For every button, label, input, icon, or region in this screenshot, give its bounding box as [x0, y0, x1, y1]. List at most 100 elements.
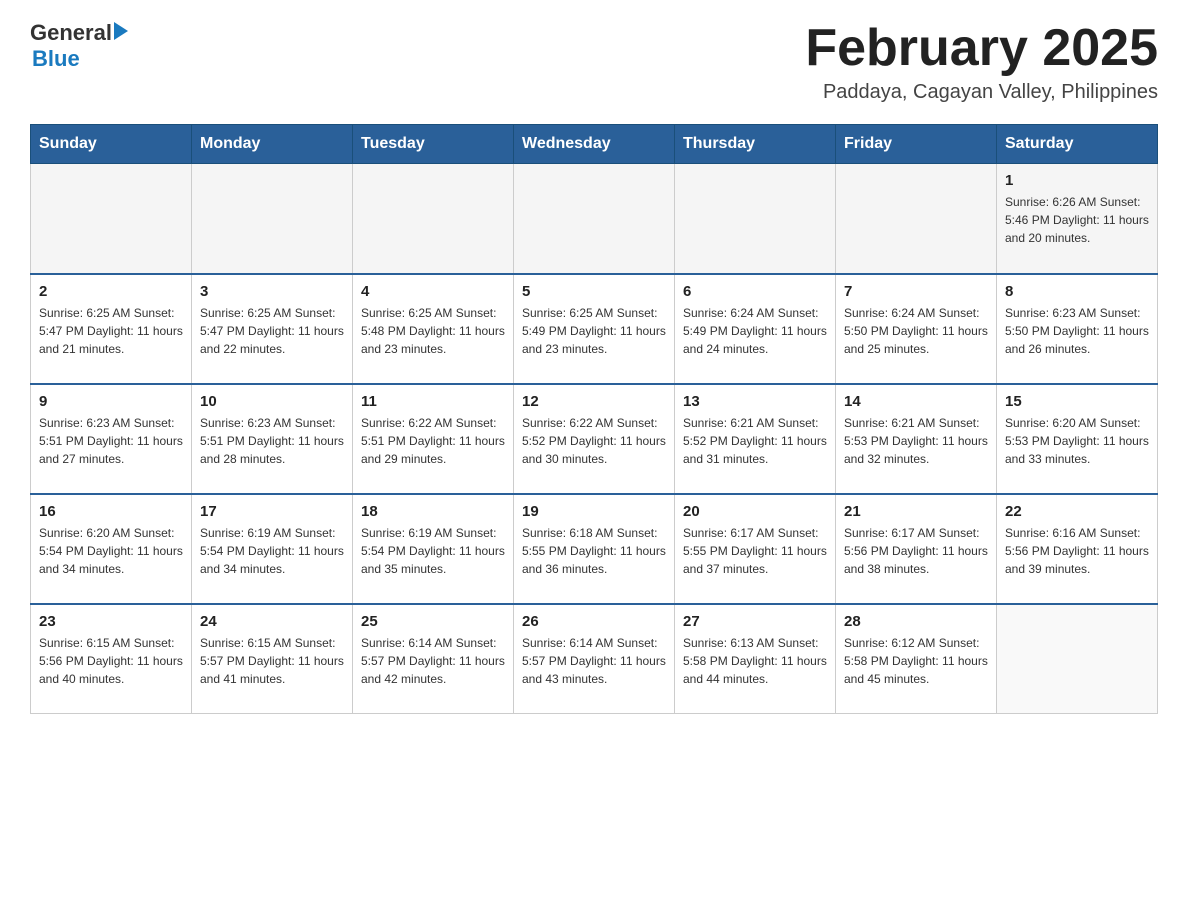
- day-info: Sunrise: 6:16 AM Sunset: 5:56 PM Dayligh…: [1005, 524, 1149, 578]
- table-row: 4 Sunrise: 6:25 AM Sunset: 5:48 PM Daylig…: [353, 274, 514, 384]
- month-year-title: February 2025: [805, 20, 1158, 77]
- day-number: 3: [200, 283, 344, 300]
- table-row: 2 Sunrise: 6:25 AM Sunset: 5:47 PM Daylig…: [31, 274, 192, 384]
- table-row: [997, 604, 1158, 714]
- calendar-week-1: 1 Sunrise: 6:26 AM Sunset: 5:46 PM Daylig…: [31, 164, 1158, 274]
- logo-general: General: [30, 20, 112, 46]
- calendar-header-row: Sunday Monday Tuesday Wednesday Thursday…: [31, 125, 1158, 164]
- day-number: 24: [200, 613, 344, 630]
- table-row: 11 Sunrise: 6:22 AM Sunset: 5:51 PM Dayli…: [353, 384, 514, 494]
- day-number: 27: [683, 613, 827, 630]
- header-monday: Monday: [192, 125, 353, 164]
- day-number: 10: [200, 393, 344, 410]
- table-row: 16 Sunrise: 6:20 AM Sunset: 5:54 PM Dayli…: [31, 494, 192, 604]
- day-info: Sunrise: 6:13 AM Sunset: 5:58 PM Dayligh…: [683, 634, 827, 688]
- day-number: 19: [522, 503, 666, 520]
- day-number: 4: [361, 283, 505, 300]
- day-info: Sunrise: 6:14 AM Sunset: 5:57 PM Dayligh…: [522, 634, 666, 688]
- day-number: 7: [844, 283, 988, 300]
- day-info: Sunrise: 6:21 AM Sunset: 5:53 PM Dayligh…: [844, 414, 988, 468]
- table-row: 9 Sunrise: 6:23 AM Sunset: 5:51 PM Daylig…: [31, 384, 192, 494]
- table-row: 27 Sunrise: 6:13 AM Sunset: 5:58 PM Dayli…: [675, 604, 836, 714]
- logo-blue: Blue: [32, 46, 80, 72]
- table-row: 14 Sunrise: 6:21 AM Sunset: 5:53 PM Dayli…: [836, 384, 997, 494]
- header-tuesday: Tuesday: [353, 125, 514, 164]
- table-row: 21Sunrise: 6:17 AM Sunset: 5:56 PM Dayli…: [836, 494, 997, 604]
- day-number: 28: [844, 613, 988, 630]
- day-number: 16: [39, 503, 183, 520]
- day-number: 6: [683, 283, 827, 300]
- day-number: 25: [361, 613, 505, 630]
- day-info: Sunrise: 6:25 AM Sunset: 5:47 PM Dayligh…: [200, 304, 344, 358]
- table-row: 24 Sunrise: 6:15 AM Sunset: 5:57 PM Dayli…: [192, 604, 353, 714]
- table-row: 6 Sunrise: 6:24 AM Sunset: 5:49 PM Daylig…: [675, 274, 836, 384]
- day-number: 18: [361, 503, 505, 520]
- table-row: 26Sunrise: 6:14 AM Sunset: 5:57 PM Dayli…: [514, 604, 675, 714]
- table-row: 25Sunrise: 6:14 AM Sunset: 5:57 PM Dayli…: [353, 604, 514, 714]
- day-info: Sunrise: 6:18 AM Sunset: 5:55 PM Dayligh…: [522, 524, 666, 578]
- day-number: 23: [39, 613, 183, 630]
- day-info: Sunrise: 6:24 AM Sunset: 5:50 PM Dayligh…: [844, 304, 988, 358]
- day-number: 5: [522, 283, 666, 300]
- day-info: Sunrise: 6:21 AM Sunset: 5:52 PM Dayligh…: [683, 414, 827, 468]
- day-info: Sunrise: 6:25 AM Sunset: 5:47 PM Dayligh…: [39, 304, 183, 358]
- day-number: 2: [39, 283, 183, 300]
- day-number: 13: [683, 393, 827, 410]
- calendar-week-3: 9 Sunrise: 6:23 AM Sunset: 5:51 PM Daylig…: [31, 384, 1158, 494]
- logo: General Blue: [30, 20, 128, 72]
- day-info: Sunrise: 6:26 AM Sunset: 5:46 PM Dayligh…: [1005, 193, 1149, 247]
- day-number: 9: [39, 393, 183, 410]
- day-number: 21: [844, 503, 988, 520]
- day-info: Sunrise: 6:19 AM Sunset: 5:54 PM Dayligh…: [361, 524, 505, 578]
- table-row: [675, 164, 836, 274]
- header-sunday: Sunday: [31, 125, 192, 164]
- day-info: Sunrise: 6:12 AM Sunset: 5:58 PM Dayligh…: [844, 634, 988, 688]
- table-row: 18 Sunrise: 6:19 AM Sunset: 5:54 PM Dayli…: [353, 494, 514, 604]
- table-row: 22 Sunrise: 6:16 AM Sunset: 5:56 PM Dayli…: [997, 494, 1158, 604]
- day-info: Sunrise: 6:19 AM Sunset: 5:54 PM Dayligh…: [200, 524, 344, 578]
- table-row: [31, 164, 192, 274]
- day-number: 11: [361, 393, 505, 410]
- day-number: 20: [683, 503, 827, 520]
- table-row: 17 Sunrise: 6:19 AM Sunset: 5:54 PM Dayli…: [192, 494, 353, 604]
- day-number: 14: [844, 393, 988, 410]
- day-number: 8: [1005, 283, 1149, 300]
- day-number: 1: [1005, 172, 1149, 189]
- title-section: February 2025 Paddaya, Cagayan Valley, P…: [805, 20, 1158, 104]
- table-row: 3 Sunrise: 6:25 AM Sunset: 5:47 PM Daylig…: [192, 274, 353, 384]
- day-info: Sunrise: 6:23 AM Sunset: 5:50 PM Dayligh…: [1005, 304, 1149, 358]
- calendar-week-2: 2 Sunrise: 6:25 AM Sunset: 5:47 PM Daylig…: [31, 274, 1158, 384]
- day-number: 22: [1005, 503, 1149, 520]
- table-row: [836, 164, 997, 274]
- table-row: [514, 164, 675, 274]
- day-info: Sunrise: 6:25 AM Sunset: 5:49 PM Dayligh…: [522, 304, 666, 358]
- day-number: 15: [1005, 393, 1149, 410]
- header-friday: Friday: [836, 125, 997, 164]
- table-row: [192, 164, 353, 274]
- calendar-week-4: 16 Sunrise: 6:20 AM Sunset: 5:54 PM Dayli…: [31, 494, 1158, 604]
- table-row: 12Sunrise: 6:22 AM Sunset: 5:52 PM Dayli…: [514, 384, 675, 494]
- day-number: 17: [200, 503, 344, 520]
- day-info: Sunrise: 6:23 AM Sunset: 5:51 PM Dayligh…: [200, 414, 344, 468]
- header-saturday: Saturday: [997, 125, 1158, 164]
- day-info: Sunrise: 6:24 AM Sunset: 5:49 PM Dayligh…: [683, 304, 827, 358]
- day-info: Sunrise: 6:20 AM Sunset: 5:53 PM Dayligh…: [1005, 414, 1149, 468]
- table-row: 13 Sunrise: 6:21 AM Sunset: 5:52 PM Dayli…: [675, 384, 836, 494]
- table-row: 28 Sunrise: 6:12 AM Sunset: 5:58 PM Dayli…: [836, 604, 997, 714]
- day-info: Sunrise: 6:20 AM Sunset: 5:54 PM Dayligh…: [39, 524, 183, 578]
- day-info: Sunrise: 6:15 AM Sunset: 5:57 PM Dayligh…: [200, 634, 344, 688]
- page-header: General Blue February 2025 Paddaya, Caga…: [30, 20, 1158, 104]
- day-info: Sunrise: 6:23 AM Sunset: 5:51 PM Dayligh…: [39, 414, 183, 468]
- table-row: 20 Sunrise: 6:17 AM Sunset: 5:55 PM Dayli…: [675, 494, 836, 604]
- day-info: Sunrise: 6:22 AM Sunset: 5:51 PM Dayligh…: [361, 414, 505, 468]
- table-row: 10 Sunrise: 6:23 AM Sunset: 5:51 PM Dayli…: [192, 384, 353, 494]
- table-row: [353, 164, 514, 274]
- calendar-table: Sunday Monday Tuesday Wednesday Thursday…: [30, 124, 1158, 714]
- header-wednesday: Wednesday: [514, 125, 675, 164]
- day-info: Sunrise: 6:17 AM Sunset: 5:55 PM Dayligh…: [683, 524, 827, 578]
- day-info: Sunrise: 6:25 AM Sunset: 5:48 PM Dayligh…: [361, 304, 505, 358]
- table-row: 1 Sunrise: 6:26 AM Sunset: 5:46 PM Daylig…: [997, 164, 1158, 274]
- table-row: 15 Sunrise: 6:20 AM Sunset: 5:53 PM Dayli…: [997, 384, 1158, 494]
- table-row: 19 Sunrise: 6:18 AM Sunset: 5:55 PM Dayli…: [514, 494, 675, 604]
- table-row: 8 Sunrise: 6:23 AM Sunset: 5:50 PM Daylig…: [997, 274, 1158, 384]
